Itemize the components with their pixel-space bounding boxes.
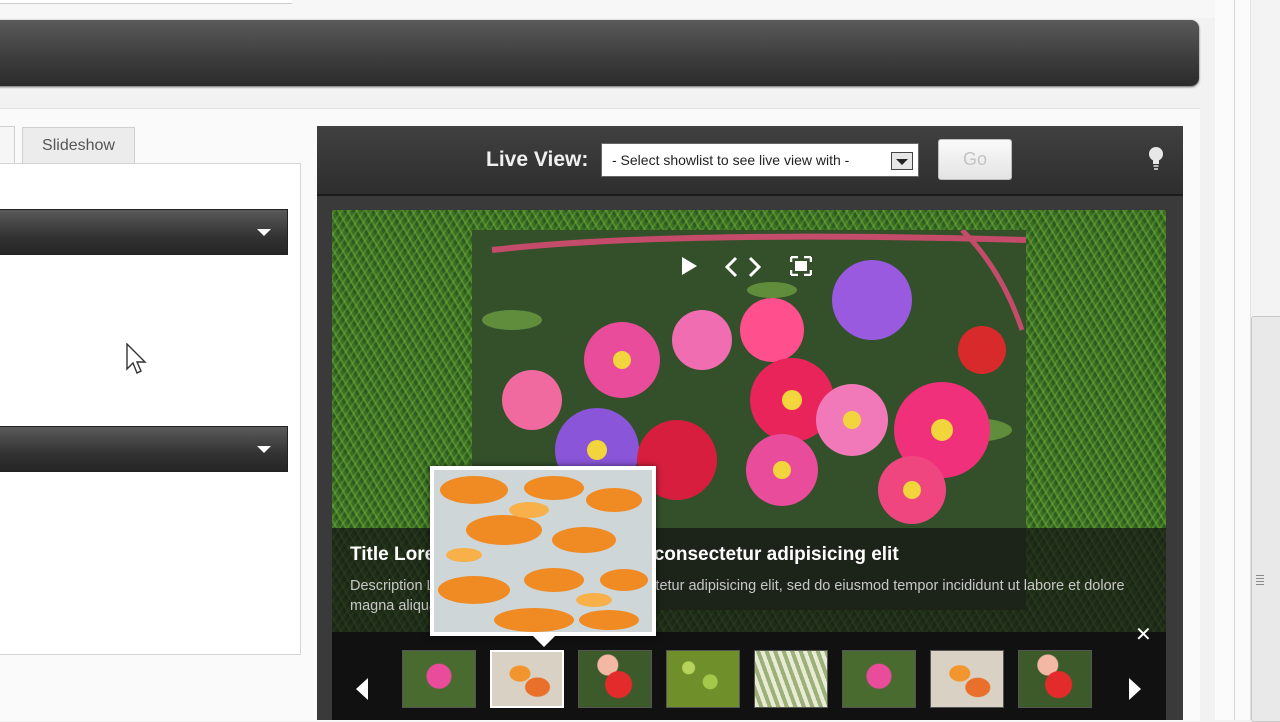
thumbnail-filmstrip: ✕	[332, 624, 1166, 720]
thumbnail-white-flowers[interactable]	[754, 650, 828, 708]
thumbnail-hover-preview	[430, 466, 656, 647]
scrollbar-grip-icon	[1256, 575, 1264, 587]
showlist-select-value: - Select showlist to see live view with …	[612, 152, 850, 168]
thumbnail-flowers-pink[interactable]	[842, 650, 916, 708]
thumbnail-goldfish[interactable]	[930, 650, 1004, 708]
top-input-edge	[0, 0, 292, 4]
thumbnail-flower-red[interactable]	[1018, 650, 1092, 708]
section-dropdown-1[interactable]	[0, 209, 288, 255]
go-button[interactable]: Go	[938, 139, 1012, 180]
thumbnail-flowers-pink[interactable]	[402, 650, 476, 708]
next-icon[interactable]	[748, 256, 762, 278]
thumbnail-flower-red[interactable]	[578, 650, 652, 708]
section-dropdown-2[interactable]	[0, 426, 288, 472]
live-view-label: Live View:	[486, 148, 589, 171]
preview-header: Live View: - Select showlist to see live…	[317, 126, 1183, 196]
play-icon[interactable]	[680, 256, 698, 276]
tab-slideshow[interactable]: Slideshow	[22, 127, 135, 164]
top-toolbar	[0, 20, 1199, 86]
thumbnail-green-grapes[interactable]	[666, 650, 740, 708]
fullscreen-icon[interactable]	[790, 256, 812, 276]
close-icon[interactable]: ✕	[1135, 622, 1152, 647]
filmstrip-next-icon[interactable]	[1129, 678, 1141, 700]
thumbnail-goldfish[interactable]	[490, 650, 564, 708]
scrollbar-thumb[interactable]	[1251, 316, 1280, 722]
lightbulb-icon[interactable]	[1147, 146, 1165, 172]
scroll-divider	[1234, 0, 1235, 720]
chevron-down-icon	[257, 229, 271, 236]
chevron-down-icon	[257, 446, 271, 453]
hover-pointer	[533, 636, 555, 647]
slideshow-stage: Title Lorem ipsum dolor sit amet, consec…	[332, 210, 1166, 720]
live-preview-panel: Live View: - Select showlist to see live…	[317, 126, 1183, 720]
prev-icon[interactable]	[724, 256, 738, 278]
filmstrip-prev-icon[interactable]	[356, 678, 368, 700]
tab-previous[interactable]	[0, 126, 15, 163]
select-arrow-button[interactable]	[891, 152, 913, 170]
showlist-select[interactable]: - Select showlist to see live view with …	[601, 143, 919, 177]
cursor-icon	[126, 343, 147, 374]
